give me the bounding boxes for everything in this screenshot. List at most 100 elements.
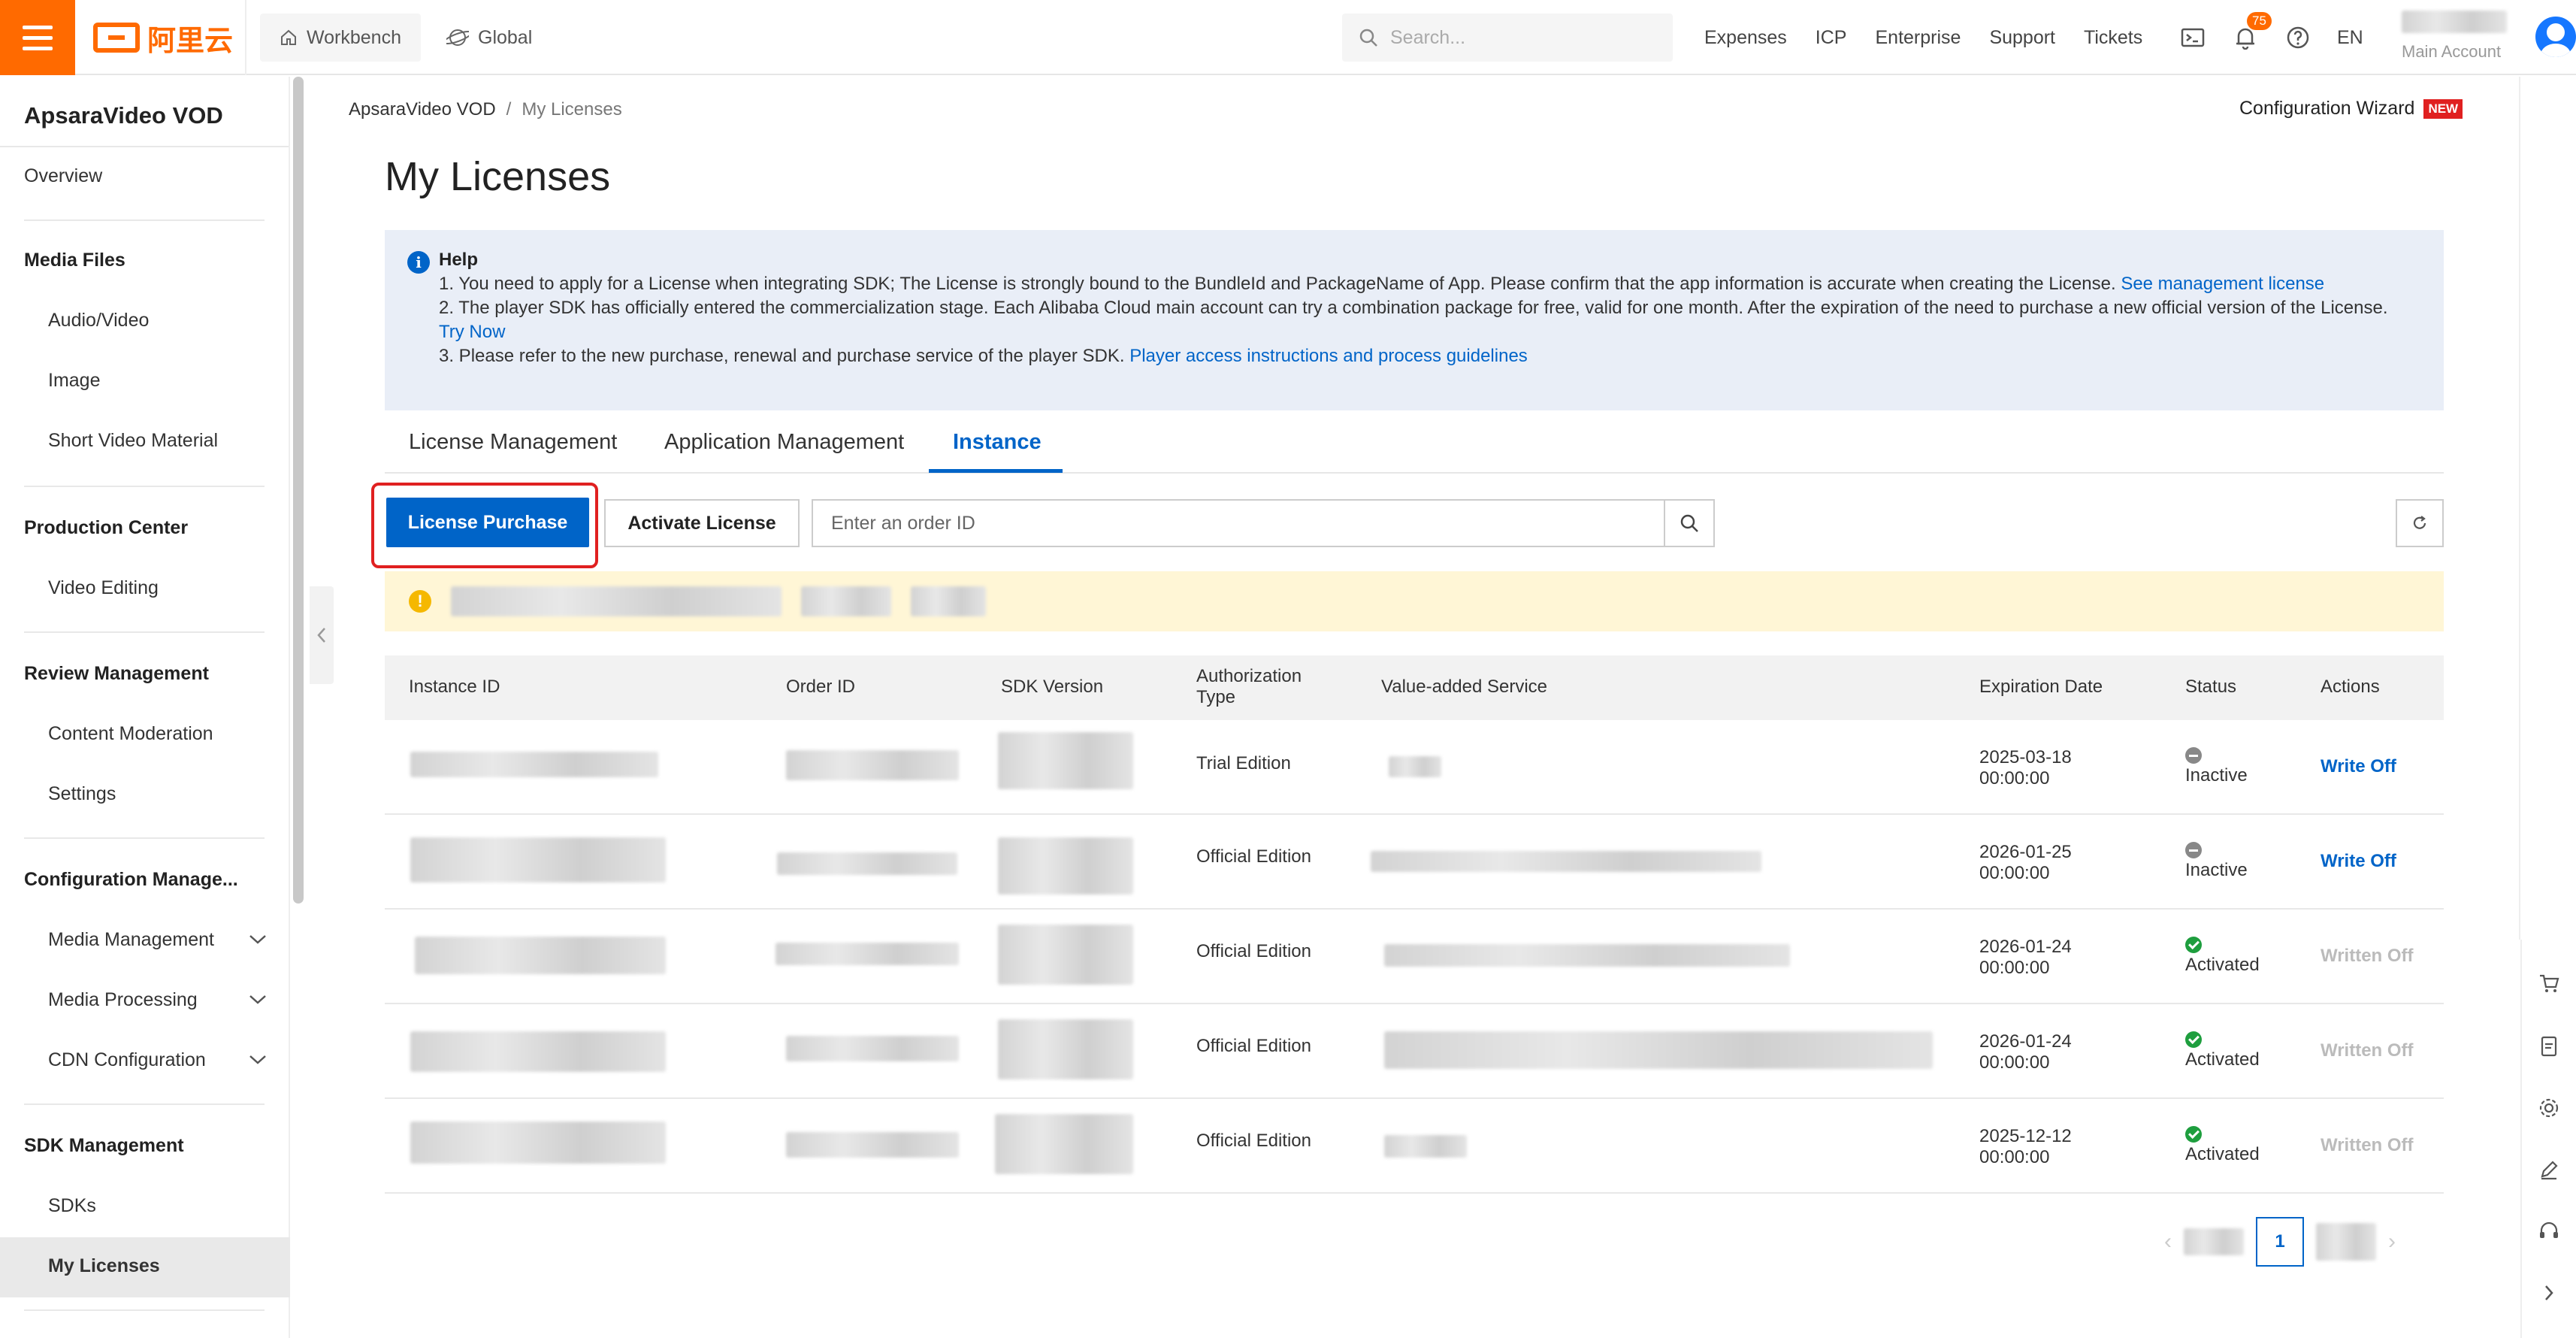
workbench-label: Workbench (307, 26, 401, 48)
redacted-text (911, 586, 986, 616)
expiry-date: 2025-12-12 (1979, 1126, 2072, 1146)
refresh-button[interactable] (2396, 499, 2444, 547)
chevron-left-icon[interactable]: ‹ (2164, 1229, 2172, 1255)
order-search-button[interactable] (1664, 501, 1713, 546)
wizard-label: Configuration Wizard (2239, 98, 2415, 119)
status-badge: Inactive (2185, 842, 2248, 881)
activate-license-button[interactable]: Activate License (604, 499, 800, 547)
help-question-icon[interactable] (2284, 24, 2311, 51)
expiry: 2026-01-24 00:00:00 (1979, 1031, 2072, 1073)
language-switch[interactable]: EN (2337, 27, 2363, 49)
nav-icp[interactable]: ICP (1816, 27, 1847, 49)
help-panel: i Help 1. You need to apply for a Licens… (385, 230, 2444, 410)
sidebar-item-content-moderation[interactable]: Content Moderation (48, 723, 213, 745)
status-text: Activated (2185, 1144, 2260, 1164)
write-off-button[interactable]: Write Off (2321, 851, 2396, 872)
status-text: Activated (2185, 955, 2260, 975)
try-now-link[interactable]: Try Now (439, 322, 505, 342)
sidebar-scrollbar[interactable] (293, 77, 304, 904)
hamburger-menu-button[interactable] (0, 0, 75, 75)
instance-id-redacted (415, 937, 666, 974)
sidebar-item-short-video[interactable]: Short Video Material (48, 430, 218, 452)
written-off-label: Written Off (2321, 1040, 2414, 1061)
chevron-down-icon[interactable] (248, 994, 268, 1006)
headset-support-icon[interactable] (2535, 1218, 2562, 1245)
avatar[interactable] (2535, 17, 2576, 57)
expiry: 2025-12-12 00:00:00 (1979, 1126, 2072, 1168)
sidebar-item-media-processing[interactable]: Media Processing (48, 989, 198, 1011)
nav-tickets[interactable]: Tickets (2084, 27, 2142, 49)
write-off-button[interactable]: Write Off (2321, 756, 2396, 777)
sidebar-item-sdks[interactable]: SDKs (48, 1195, 96, 1217)
page-title: My Licenses (385, 154, 611, 199)
tab-license-management[interactable]: License Management (409, 430, 617, 455)
terminal-icon[interactable] (2179, 24, 2206, 51)
service-redacted (1384, 1135, 1467, 1158)
status-text: Inactive (2185, 765, 2248, 786)
document-icon[interactable] (2535, 1033, 2562, 1060)
top-nav: Expenses ICP Enterprise Support Tickets (1704, 0, 2142, 75)
expiry-date: 2025-03-18 (1979, 747, 2072, 767)
chevron-down-icon[interactable] (248, 1054, 268, 1066)
chevron-right-icon[interactable] (2535, 1279, 2562, 1306)
col-instance-id[interactable]: Instance ID (409, 677, 500, 698)
help-title: Help (439, 250, 479, 270)
sidebar-item-video-editing[interactable]: Video Editing (48, 577, 159, 599)
alibaba-cloud-logo[interactable]: 阿里云 (93, 20, 233, 57)
player-access-guidelines-link[interactable]: Player access instructions and process g… (1129, 346, 1528, 366)
global-search[interactable]: Search... (1342, 14, 1673, 62)
help-line-3: 3. Please refer to the new purchase, ren… (439, 346, 1125, 366)
notification-badge: 75 (2247, 12, 2272, 30)
chevron-right-icon[interactable]: › (2388, 1229, 2396, 1255)
col-value-added-service[interactable]: Value-added Service (1381, 677, 1547, 698)
sidebar-section-configuration[interactable]: Configuration Manage... (24, 869, 238, 891)
col-sdk-version[interactable]: SDK Version (1001, 677, 1103, 698)
gear-icon[interactable] (2535, 1094, 2562, 1122)
sidebar-item-image[interactable]: Image (48, 370, 100, 392)
sidebar-item-settings[interactable]: Settings (48, 783, 116, 805)
chevron-left-icon (317, 628, 325, 643)
sidebar-item-audio-video[interactable]: Audio/Video (48, 310, 149, 331)
see-management-license-link[interactable]: See management license (2121, 274, 2324, 294)
inactive-status-icon (2185, 747, 2202, 764)
sidebar-item-my-licenses[interactable]: My Licenses (48, 1255, 160, 1277)
account-menu[interactable]: Main Account (2402, 8, 2529, 68)
page-button-current[interactable]: 1 (2256, 1217, 2304, 1267)
col-order-id[interactable]: Order ID (786, 677, 855, 698)
refresh-icon (2413, 516, 2426, 529)
activated-status-icon (2185, 1126, 2202, 1143)
sidebar: ApsaraVideo VOD Overview Media Files Aud… (0, 77, 290, 1338)
nav-support[interactable]: Support (1989, 27, 2055, 49)
workbench-button[interactable]: Workbench (260, 14, 421, 62)
cart-icon[interactable] (2535, 970, 2562, 997)
col-authorization-type[interactable]: Authorization Type (1196, 666, 1324, 708)
tab-instance[interactable]: Instance (953, 430, 1042, 455)
sidebar-item-cdn-configuration[interactable]: CDN Configuration (48, 1049, 206, 1071)
col-status[interactable]: Status (2185, 677, 2236, 698)
sidebar-item-media-management[interactable]: Media Management (48, 929, 214, 951)
auth-type: Official Edition (1196, 1036, 1311, 1056)
expiry: 2025-03-18 00:00:00 (1979, 747, 2072, 789)
tab-application-management[interactable]: Application Management (664, 430, 904, 455)
notification-bell-icon[interactable]: 75 (2232, 12, 2272, 51)
order-id-input[interactable] (813, 501, 1664, 546)
expiry-date: 2026-01-24 (1979, 937, 2072, 957)
search-icon (1680, 514, 1698, 532)
breadcrumb-root[interactable]: ApsaraVideo VOD (349, 99, 496, 120)
col-actions[interactable]: Actions (2321, 677, 2380, 698)
written-off-label: Written Off (2321, 1135, 2414, 1155)
sdk-version-redacted (998, 837, 1133, 895)
nav-expenses[interactable]: Expenses (1704, 27, 1787, 49)
account-name-redacted (2402, 11, 2507, 33)
edit-icon[interactable] (2535, 1156, 2562, 1183)
configuration-wizard-link[interactable]: Configuration Wizard NEW (2239, 98, 2463, 120)
chevron-down-icon[interactable] (248, 934, 268, 946)
sidebar-item-overview[interactable]: Overview (24, 165, 102, 187)
instance-id-redacted (410, 1122, 666, 1164)
sidebar-title: ApsaraVideo VOD (24, 102, 223, 129)
col-expiration-date[interactable]: Expiration Date (1979, 677, 2103, 698)
nav-enterprise[interactable]: Enterprise (1875, 27, 1961, 49)
expiry-time: 00:00:00 (1979, 863, 2050, 883)
global-region-button[interactable]: Global (440, 14, 538, 62)
sidebar-collapse-toggle[interactable] (310, 586, 334, 684)
